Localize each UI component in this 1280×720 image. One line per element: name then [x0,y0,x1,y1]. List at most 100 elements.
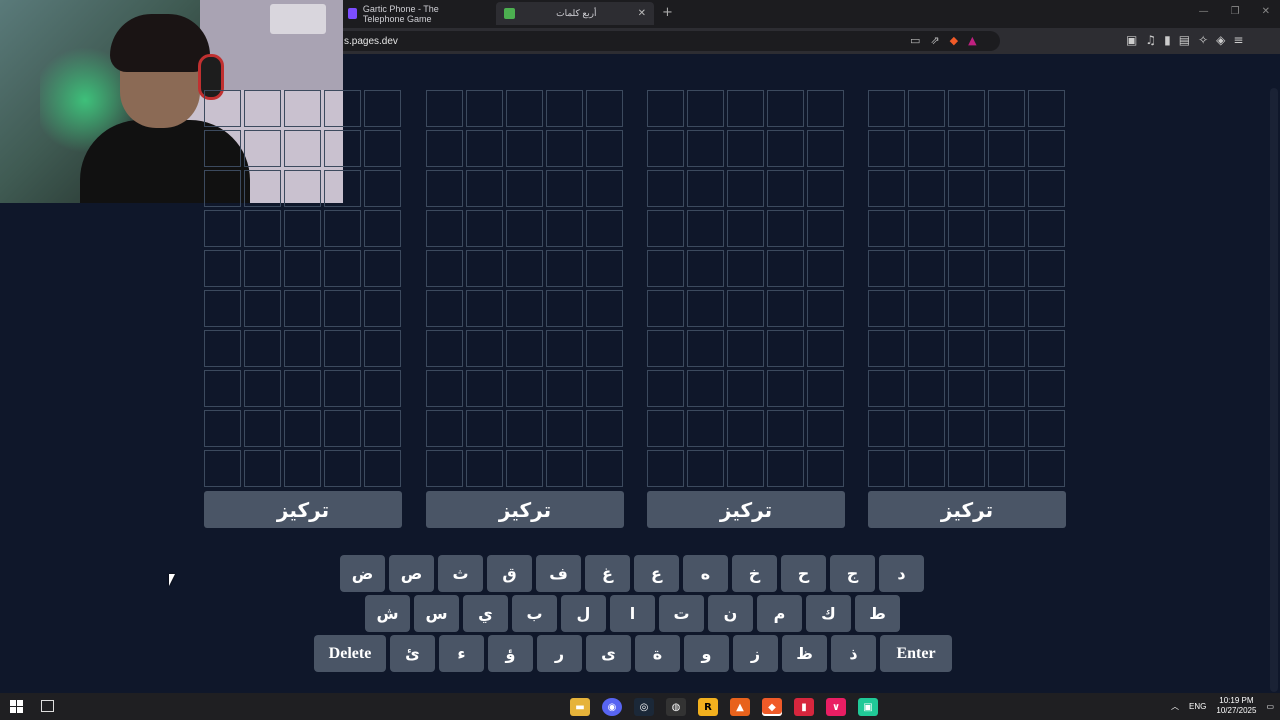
letter-key[interactable]: ذ [831,635,876,672]
letter-cell [466,370,503,407]
letter-cell [244,290,281,327]
letter-key[interactable]: د [879,555,924,592]
focus-button[interactable]: تركيز [426,491,624,528]
letter-cell [908,410,945,447]
steam-icon[interactable]: ◎ [634,698,654,716]
vpn-icon[interactable]: ◈ [1216,33,1225,47]
green-app-icon[interactable]: ▣ [858,698,878,716]
file-explorer-icon[interactable]: ▬ [570,698,590,716]
keyboard-row3: Delete ئ ء ؤ ر ى ة و ز ظ ذ Enter [314,635,952,672]
letter-cell [908,330,945,367]
task-view-icon[interactable] [41,700,54,712]
new-tab-button[interactable]: + [662,5,673,20]
letter-key[interactable]: ء [439,635,484,672]
ai-icon[interactable]: ✧ [1198,33,1208,47]
letter-key[interactable]: ف [536,555,581,592]
letter-cell [244,130,281,167]
letter-key[interactable]: ز [733,635,778,672]
sidebar-icon[interactable]: ▮ [1164,33,1171,47]
letter-key[interactable]: ا [610,595,655,632]
letter-key[interactable]: ش [365,595,410,632]
letter-cell [426,170,463,207]
clock[interactable]: 10:19 PM 10/27/2025 [1216,696,1256,716]
letter-cell [647,290,684,327]
letter-key[interactable]: ح [781,555,826,592]
chevron-up-icon[interactable]: ︿ [1171,701,1179,712]
letter-cell [586,250,623,287]
letter-cell [948,90,985,127]
brave-shield-icon[interactable]: ◆ [950,34,958,47]
letter-key[interactable]: ؤ [488,635,533,672]
letter-key[interactable]: ك [806,595,851,632]
letter-key[interactable]: غ [585,555,630,592]
brave-browser-icon[interactable]: ◆ [762,698,782,716]
notifications-icon[interactable]: ▭ [1266,702,1274,711]
letter-key[interactable]: ث [438,555,483,592]
screenshot-icon[interactable]: ▣ [1126,33,1137,47]
letter-cell [546,330,583,367]
letter-key[interactable]: ي [463,595,508,632]
enter-key[interactable]: Enter [880,635,952,672]
letter-cell [506,370,543,407]
windows-start-icon[interactable] [10,700,23,713]
letter-key[interactable]: س [414,595,459,632]
letter-key[interactable]: ه [683,555,728,592]
vlc-icon[interactable]: ▲ [730,698,750,716]
letter-key[interactable]: ئ [390,635,435,672]
letter-key[interactable]: ج [830,555,875,592]
letter-key[interactable]: م [757,595,802,632]
letter-cell [204,290,241,327]
letter-key[interactable]: ض [340,555,385,592]
letter-key[interactable]: ص [389,555,434,592]
letter-cell [767,210,804,247]
minimize-button[interactable]: — [1199,6,1209,17]
letter-key[interactable]: ب [512,595,557,632]
letter-cell [586,410,623,447]
wallet-icon[interactable]: ▤ [1179,33,1190,47]
letter-key[interactable]: خ [732,555,777,592]
page-scrollbar[interactable] [1270,88,1278,692]
letter-key[interactable]: ط [855,595,900,632]
url-field[interactable]: s.pages.dev [300,31,1000,51]
letter-cell [546,130,583,167]
letter-key[interactable]: ى [586,635,631,672]
word-board [647,90,845,487]
tab-gartic-phone[interactable]: Gartic Phone - The Telephone Game [340,2,490,25]
letter-key[interactable]: ة [635,635,680,672]
focus-button[interactable]: تركيز [204,491,402,528]
letter-key[interactable]: ق [487,555,532,592]
discord-icon[interactable]: ◉ [602,698,622,716]
letter-cell [364,170,401,207]
rockstar-icon[interactable]: R [698,698,718,716]
letter-cell [324,410,361,447]
system-tray: ︿ ENG 10:19 PM 10/27/2025 ▭ [1171,696,1274,716]
letter-cell [244,450,281,487]
focus-button[interactable]: تركيز [647,491,845,528]
focus-button[interactable]: تركيز [868,491,1066,528]
letter-cell [868,130,905,167]
letter-key[interactable]: ع [634,555,679,592]
letter-key[interactable]: ل [561,595,606,632]
letter-cell [807,130,844,167]
letter-key[interactable]: ت [659,595,704,632]
close-window-button[interactable]: ✕ [1262,6,1270,17]
letter-key[interactable]: و [684,635,729,672]
delete-key[interactable]: Delete [314,635,386,672]
letter-cell [466,450,503,487]
tab-arba-kalimat[interactable]: أربع كلمات ✕ [496,2,654,25]
restore-button[interactable]: ❐ [1231,6,1240,17]
obs-icon[interactable]: ◍ [666,698,686,716]
menu-icon[interactable]: ≡ [1233,33,1243,47]
rewards-icon[interactable]: ▲ [968,34,976,47]
music-icon[interactable]: ♫ [1145,33,1156,47]
share-icon[interactable]: ⇗ [930,34,939,47]
pocket-icon[interactable]: ∨ [826,698,846,716]
language-indicator[interactable]: ENG [1189,702,1206,711]
letter-key[interactable]: ظ [782,635,827,672]
letter-key[interactable]: ر [537,635,582,672]
cast-icon[interactable]: ▭ [910,34,920,47]
close-tab-icon[interactable]: ✕ [638,8,646,19]
letter-cell [1028,130,1065,167]
red-app-icon[interactable]: ▮ [794,698,814,716]
letter-key[interactable]: ن [708,595,753,632]
